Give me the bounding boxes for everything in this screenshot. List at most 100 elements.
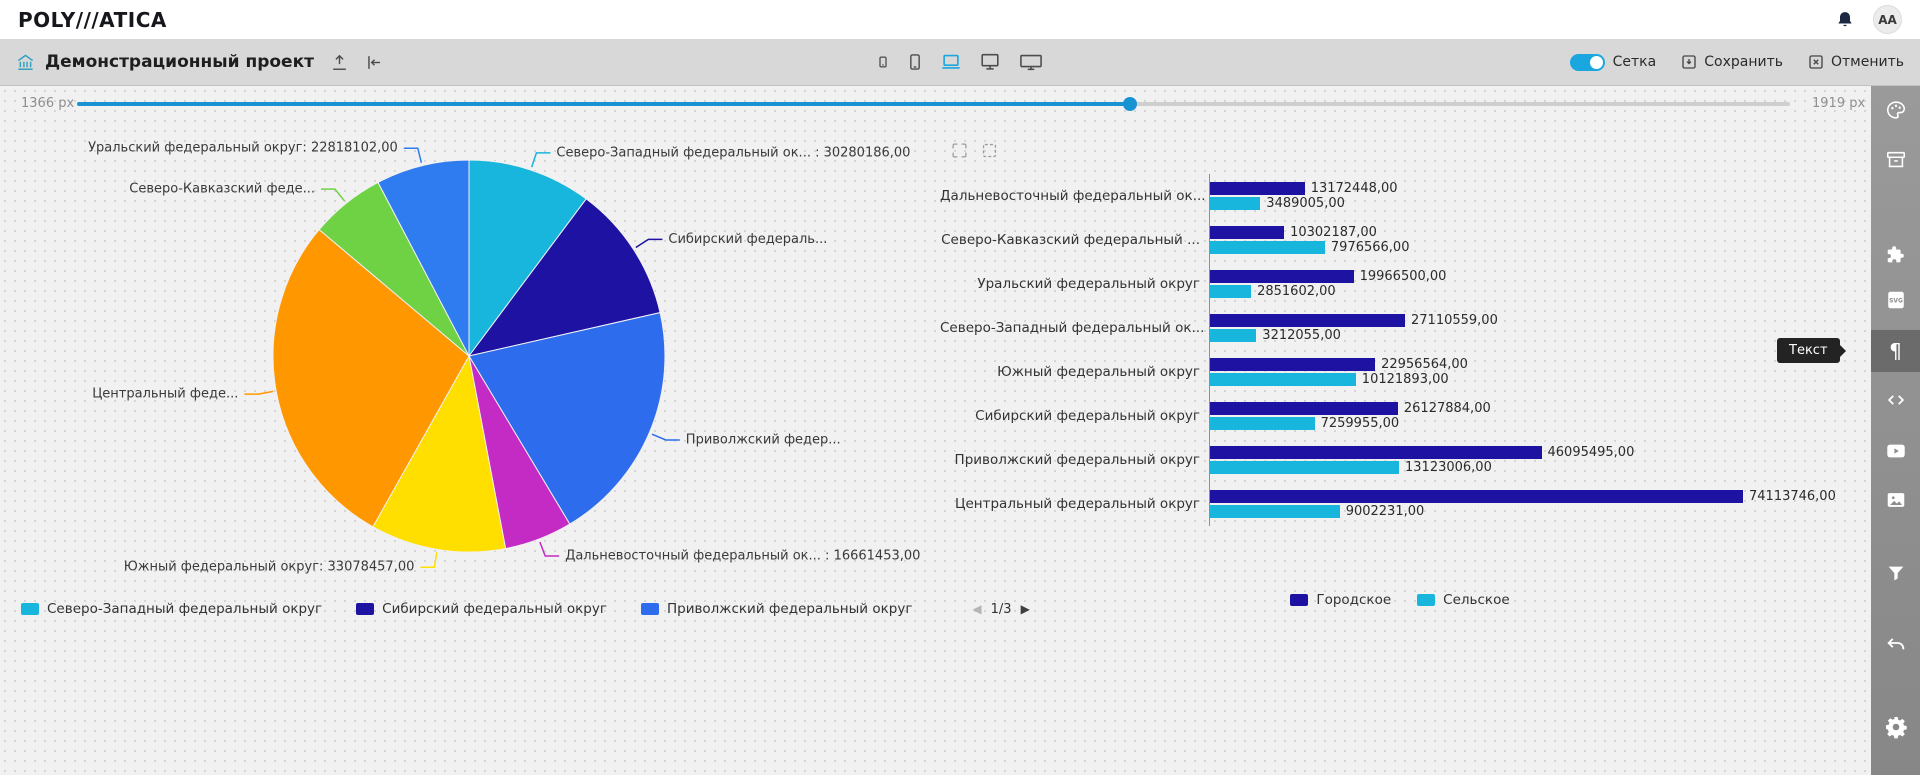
bar-category-label: Сибирский федеральный округ — [940, 408, 1209, 424]
sidebar-tooltip-label: Текст — [1789, 343, 1828, 358]
legend-label: Северо-Западный федеральный округ — [47, 601, 322, 617]
bar-category-label: Северо-Кавказский федеральный ... — [940, 232, 1209, 248]
bar-legend-item[interactable]: Городское — [1290, 592, 1391, 608]
pie-label-line — [420, 552, 436, 567]
bar-segment[interactable] — [1210, 226, 1284, 239]
palette-icon[interactable] — [1871, 89, 1920, 131]
text-icon[interactable]: ¶ — [1871, 330, 1920, 372]
pie-slice-label: Приволжский федер... — [686, 433, 841, 448]
pie-legend-item[interactable]: Северо-Западный федеральный округ — [21, 601, 322, 617]
bar-value-label: 10121893,00 — [1362, 372, 1449, 387]
save-icon — [1680, 53, 1698, 71]
bar-segment[interactable] — [1210, 285, 1251, 298]
bar-segment[interactable] — [1210, 417, 1315, 430]
archive-icon[interactable] — [1871, 139, 1920, 181]
device-laptop-icon[interactable] — [938, 51, 964, 73]
bar-row: Сибирский федеральный округ26127884,0072… — [940, 394, 1836, 438]
notifications-bell-icon[interactable] — [1835, 9, 1855, 31]
pie-label-line — [244, 391, 273, 394]
device-widescreen-icon[interactable] — [1016, 51, 1046, 73]
svg-icon[interactable]: SVG — [1871, 279, 1920, 321]
video-icon[interactable] — [1871, 430, 1920, 472]
puzzle-icon[interactable] — [1871, 234, 1920, 276]
pie-slice-label: Северо-Западный федеральный ок... : 3028… — [556, 145, 910, 160]
pie-slice-label: Сибирский федераль... — [668, 232, 827, 247]
legend-prev-icon[interactable]: ◀ — [972, 602, 981, 616]
bar-segment[interactable] — [1210, 241, 1325, 254]
avatar[interactable]: AA — [1873, 5, 1902, 34]
code-icon[interactable] — [1871, 379, 1920, 421]
bar-chart-legend: Городское Сельское — [1209, 592, 1591, 608]
pie-label-line — [321, 189, 344, 201]
device-phone-small-icon[interactable] — [874, 51, 892, 73]
pie-legend-item[interactable]: Сибирский федеральный округ — [356, 601, 607, 617]
bar-segment[interactable] — [1210, 182, 1305, 195]
bar-chart: Дальневосточный федеральный ок...1317244… — [940, 174, 1836, 526]
cancel-button[interactable]: Отменить — [1807, 53, 1904, 71]
grid-toggle-label: Сетка — [1613, 54, 1657, 70]
bar-value-label: 46095495,00 — [1548, 445, 1635, 460]
bar-segment[interactable] — [1210, 373, 1356, 386]
save-button[interactable]: Сохранить — [1680, 53, 1783, 71]
settings-icon[interactable] — [1871, 706, 1920, 748]
sidebar-tooltip: Текст — [1777, 338, 1840, 363]
bar-segment[interactable] — [1210, 270, 1354, 283]
image-icon[interactable] — [1871, 479, 1920, 521]
slider-fill — [77, 102, 1130, 106]
legend-page-indicator: 1/3 — [991, 602, 1012, 617]
legend-label: Городское — [1316, 592, 1391, 608]
filter-icon[interactable] — [1871, 552, 1920, 594]
device-monitor-icon[interactable] — [977, 51, 1003, 73]
bar-segment[interactable] — [1210, 490, 1743, 503]
bar-value-label: 7976566,00 — [1331, 240, 1410, 255]
export-icon[interactable] — [330, 53, 349, 72]
pie-slice-label: Южный федеральный округ: 33078457,00 — [124, 560, 415, 575]
slider-handle[interactable] — [1123, 97, 1137, 111]
collapse-panel-icon[interactable] — [365, 53, 384, 72]
undo-icon[interactable] — [1871, 622, 1920, 664]
bar-segment[interactable] — [1210, 358, 1375, 371]
slider-max-label: 1919 px — [1812, 96, 1865, 111]
bar-row: Приволжский федеральный округ46095495,00… — [940, 438, 1836, 482]
bar-segment[interactable] — [1210, 314, 1405, 327]
pie-legend-item[interactable]: Приволжский федеральный округ — [641, 601, 912, 617]
bar-segment[interactable] — [1210, 197, 1260, 210]
bar-category-label: Уральский федеральный округ — [940, 276, 1209, 292]
bar-row: Южный федеральный округ 22956564,00101218… — [940, 350, 1836, 394]
pie-chart: Северо-Западный федеральный ок... : 3028… — [0, 120, 960, 590]
pie-chart-legend: Северо-Западный федеральный округ Сибирск… — [21, 601, 1030, 617]
grid-toggle-knob — [1590, 56, 1603, 69]
legend-next-icon[interactable]: ▶ — [1021, 602, 1030, 616]
save-button-label: Сохранить — [1704, 54, 1783, 70]
bar-value-label: 19966500,00 — [1360, 269, 1447, 284]
bar-value-label: 3212055,00 — [1262, 328, 1341, 343]
device-phone-icon[interactable] — [905, 51, 925, 73]
pie-label-line — [532, 153, 551, 167]
legend-label: Приволжский федеральный округ — [667, 601, 912, 617]
legend-swatch — [641, 603, 659, 615]
cancel-button-label: Отменить — [1831, 54, 1904, 70]
bar-segment[interactable] — [1210, 461, 1399, 474]
pie-label-line — [652, 434, 680, 440]
bar-segment[interactable] — [1210, 505, 1340, 518]
bar-segment[interactable] — [1210, 446, 1542, 459]
dashed-frame-icon[interactable] — [981, 142, 998, 159]
pie-slice-label: Дальневосточный федеральный ок... : 1666… — [565, 549, 920, 564]
width-slider[interactable] — [77, 102, 1790, 106]
bar-row: Дальневосточный федеральный ок...1317244… — [940, 174, 1836, 218]
project-toolbar: Демонстрационный проект Сетка Сохранить — [0, 39, 1920, 86]
legend-swatch — [1290, 594, 1308, 606]
pie-label-line — [404, 148, 422, 163]
legend-swatch — [21, 603, 39, 615]
selection-frame-icon[interactable] — [951, 142, 968, 159]
bar-category-label: Южный федеральный округ — [940, 364, 1209, 380]
bar-legend-item[interactable]: Сельское — [1417, 592, 1509, 608]
logo: POLY///ATICA — [18, 8, 167, 32]
grid-toggle[interactable] — [1570, 54, 1605, 71]
bar-segment[interactable] — [1210, 402, 1398, 415]
pie-label-line — [636, 239, 663, 247]
bar-value-label: 22956564,00 — [1381, 357, 1468, 372]
legend-pager: ◀ 1/3 ▶ — [972, 602, 1029, 617]
bar-value-label: 7259955,00 — [1321, 416, 1400, 431]
bar-segment[interactable] — [1210, 329, 1256, 342]
